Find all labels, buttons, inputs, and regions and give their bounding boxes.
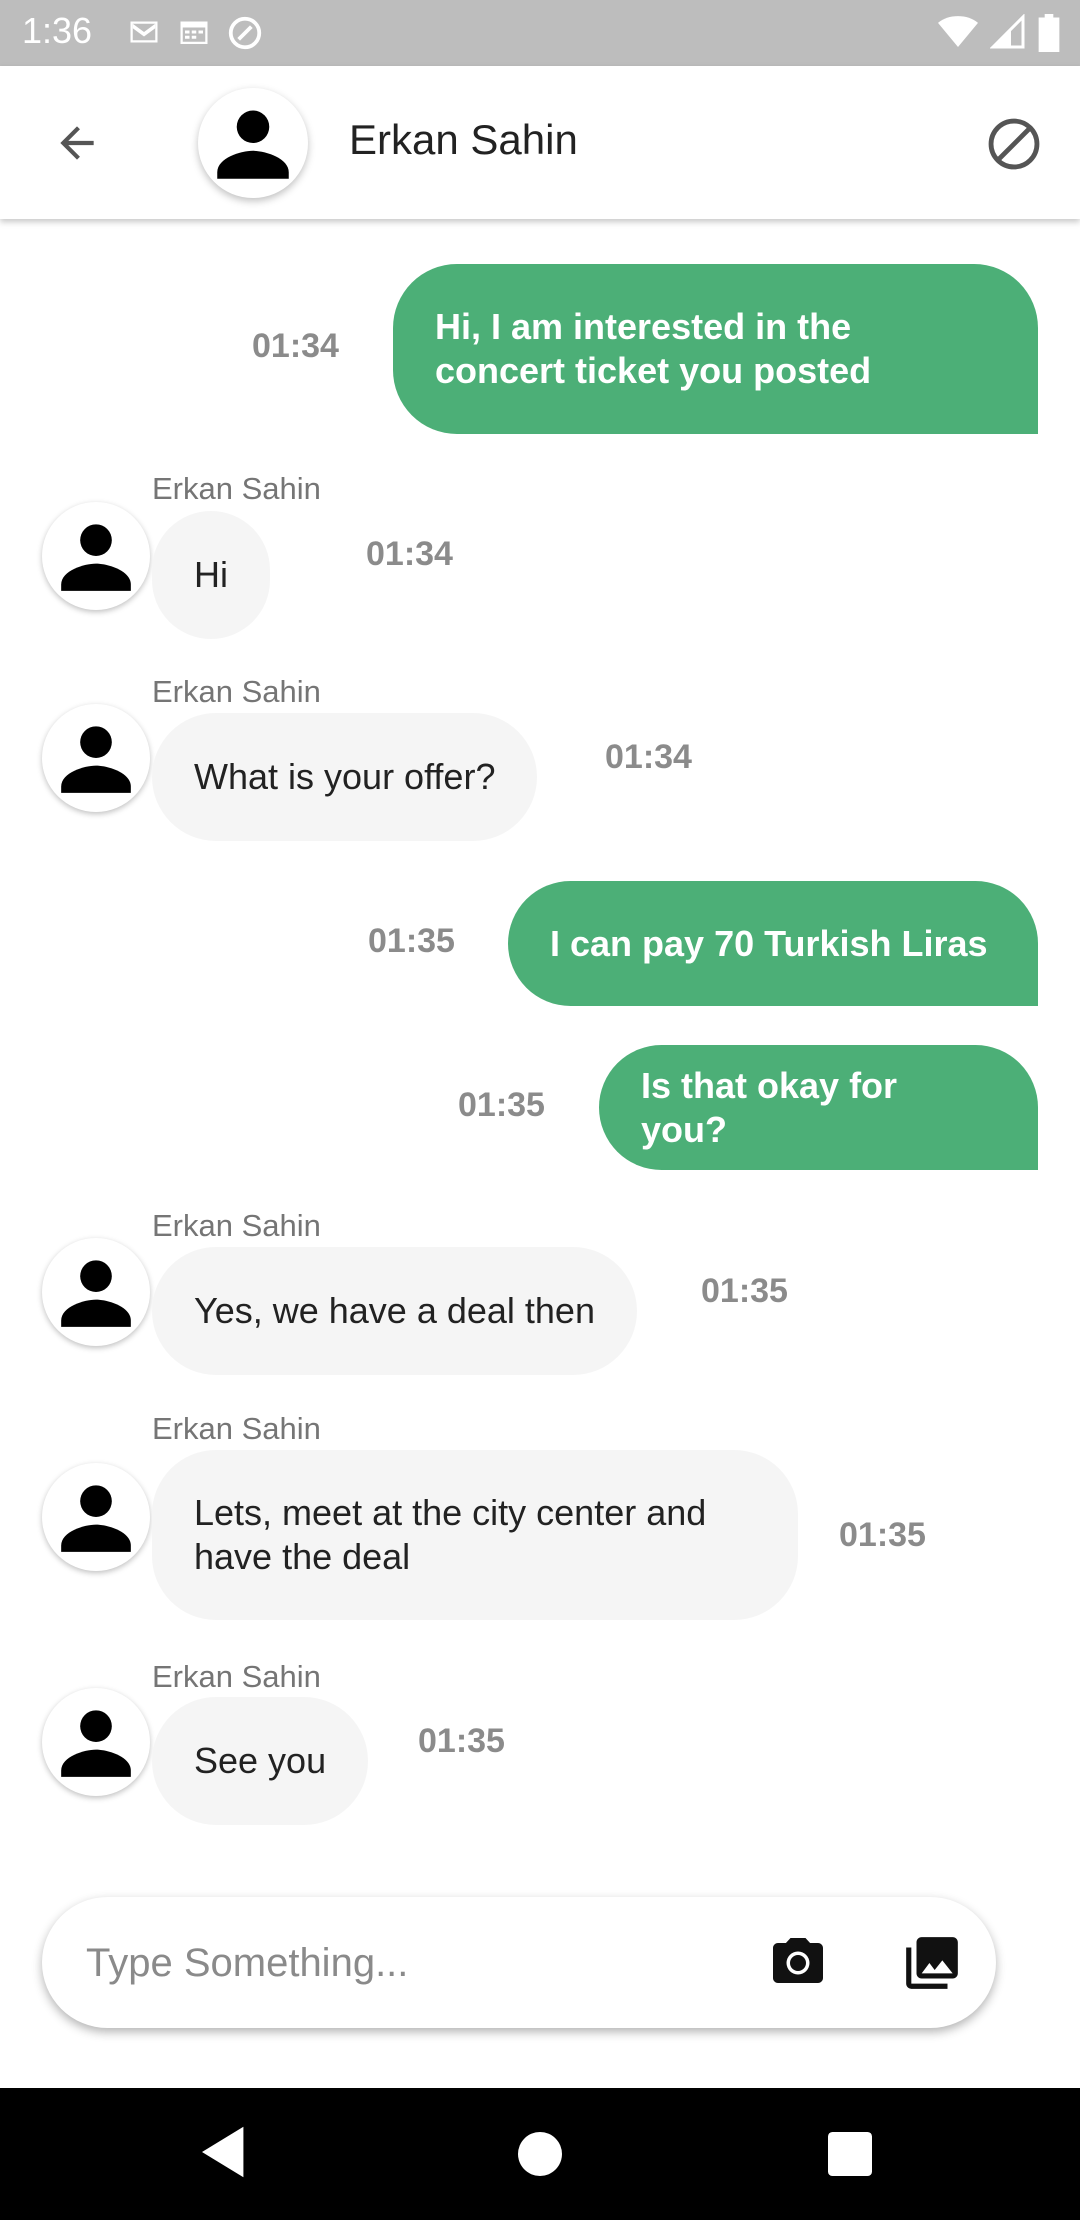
person-icon bbox=[61, 524, 131, 591]
gmail-icon bbox=[126, 14, 162, 52]
message-text: What is your offer? bbox=[194, 756, 496, 797]
sender-avatar[interactable] bbox=[42, 502, 150, 610]
message-input[interactable] bbox=[84, 1927, 728, 1999]
status-time: 1:36 bbox=[22, 10, 93, 51]
incoming-message[interactable]: Yes, we have a deal then bbox=[152, 1247, 637, 1375]
message-text: Hi bbox=[194, 554, 228, 595]
message-time: 01:34 bbox=[252, 327, 339, 365]
contact-name: Erkan Sahin bbox=[349, 116, 578, 163]
chat-header: Erkan Sahin bbox=[0, 66, 1080, 219]
nav-recents-button[interactable] bbox=[828, 2132, 872, 2181]
message-composer bbox=[42, 1897, 996, 2028]
message-list[interactable]: 01:34 Hi, I am interested in the concert… bbox=[0, 219, 1080, 1870]
incoming-message[interactable]: Lets, meet at the city center and have t… bbox=[152, 1450, 798, 1620]
sender-avatar[interactable] bbox=[42, 704, 150, 812]
person-icon bbox=[61, 1485, 131, 1552]
sender-name: Erkan Sahin bbox=[152, 1208, 321, 1243]
incoming-message[interactable]: Hi bbox=[152, 511, 270, 639]
system-icons bbox=[938, 14, 1060, 52]
message-text: I can pay 70 Turkish Liras bbox=[550, 922, 988, 964]
message-time: 01:35 bbox=[458, 1086, 545, 1124]
at-sign-icon bbox=[226, 14, 264, 52]
message-time: 01:35 bbox=[368, 922, 455, 960]
person-icon bbox=[61, 1710, 131, 1777]
nav-home-button[interactable] bbox=[518, 2132, 562, 2181]
sender-avatar[interactable] bbox=[42, 1688, 150, 1796]
signal-icon bbox=[990, 14, 1026, 52]
incoming-message[interactable]: What is your offer? bbox=[152, 713, 538, 841]
nav-back-button[interactable] bbox=[202, 2126, 248, 2183]
message-time: 01:35 bbox=[839, 1516, 926, 1554]
block-icon bbox=[988, 118, 1040, 170]
sender-name: Erkan Sahin bbox=[152, 1659, 321, 1694]
outgoing-message[interactable]: Hi, I am interested in the concert ticke… bbox=[393, 264, 1038, 434]
outgoing-message[interactable]: I can pay 70 Turkish Liras bbox=[508, 881, 1038, 1006]
sender-name: Erkan Sahin bbox=[152, 674, 321, 709]
status-bar: 1:36 bbox=[0, 0, 1080, 66]
notification-icons bbox=[126, 14, 264, 52]
wifi-icon bbox=[938, 14, 978, 52]
arrow-left-icon bbox=[60, 126, 94, 160]
outgoing-message[interactable]: Is that okay for you? bbox=[599, 1045, 1038, 1170]
message-text: See you bbox=[194, 1740, 327, 1781]
gallery-button[interactable] bbox=[900, 1931, 964, 1995]
message-time: 01:35 bbox=[701, 1272, 788, 1310]
message-time: 01:35 bbox=[418, 1722, 505, 1760]
sender-name: Erkan Sahin bbox=[152, 1411, 321, 1446]
battery-icon bbox=[1038, 14, 1060, 52]
message-time: 01:34 bbox=[605, 738, 692, 776]
message-text: Is that okay for you? bbox=[641, 1064, 898, 1150]
person-icon bbox=[61, 726, 131, 793]
camera-icon bbox=[773, 1938, 823, 1983]
person-icon bbox=[61, 1260, 131, 1327]
back-button[interactable] bbox=[40, 110, 114, 176]
message-text: Lets, meet at the city center and have t… bbox=[194, 1492, 707, 1577]
system-nav-bar bbox=[0, 2088, 1080, 2220]
incoming-message[interactable]: See you bbox=[152, 1697, 369, 1825]
sender-avatar[interactable] bbox=[42, 1463, 150, 1571]
person-icon bbox=[217, 110, 289, 179]
contact-avatar[interactable] bbox=[198, 88, 308, 198]
message-time: 01:34 bbox=[366, 535, 453, 573]
message-text: Hi, I am interested in the concert ticke… bbox=[435, 306, 872, 391]
block-button[interactable] bbox=[982, 112, 1046, 176]
message-text: Yes, we have a deal then bbox=[194, 1290, 595, 1331]
sender-avatar[interactable] bbox=[42, 1238, 150, 1346]
nav-home-icon bbox=[518, 2132, 562, 2176]
sender-name: Erkan Sahin bbox=[152, 471, 321, 506]
image-gallery-icon bbox=[906, 1937, 958, 1989]
camera-button[interactable] bbox=[766, 1931, 830, 1995]
calendar-icon bbox=[176, 14, 212, 52]
nav-back-icon bbox=[202, 2126, 244, 2178]
nav-recents-icon bbox=[828, 2132, 872, 2176]
